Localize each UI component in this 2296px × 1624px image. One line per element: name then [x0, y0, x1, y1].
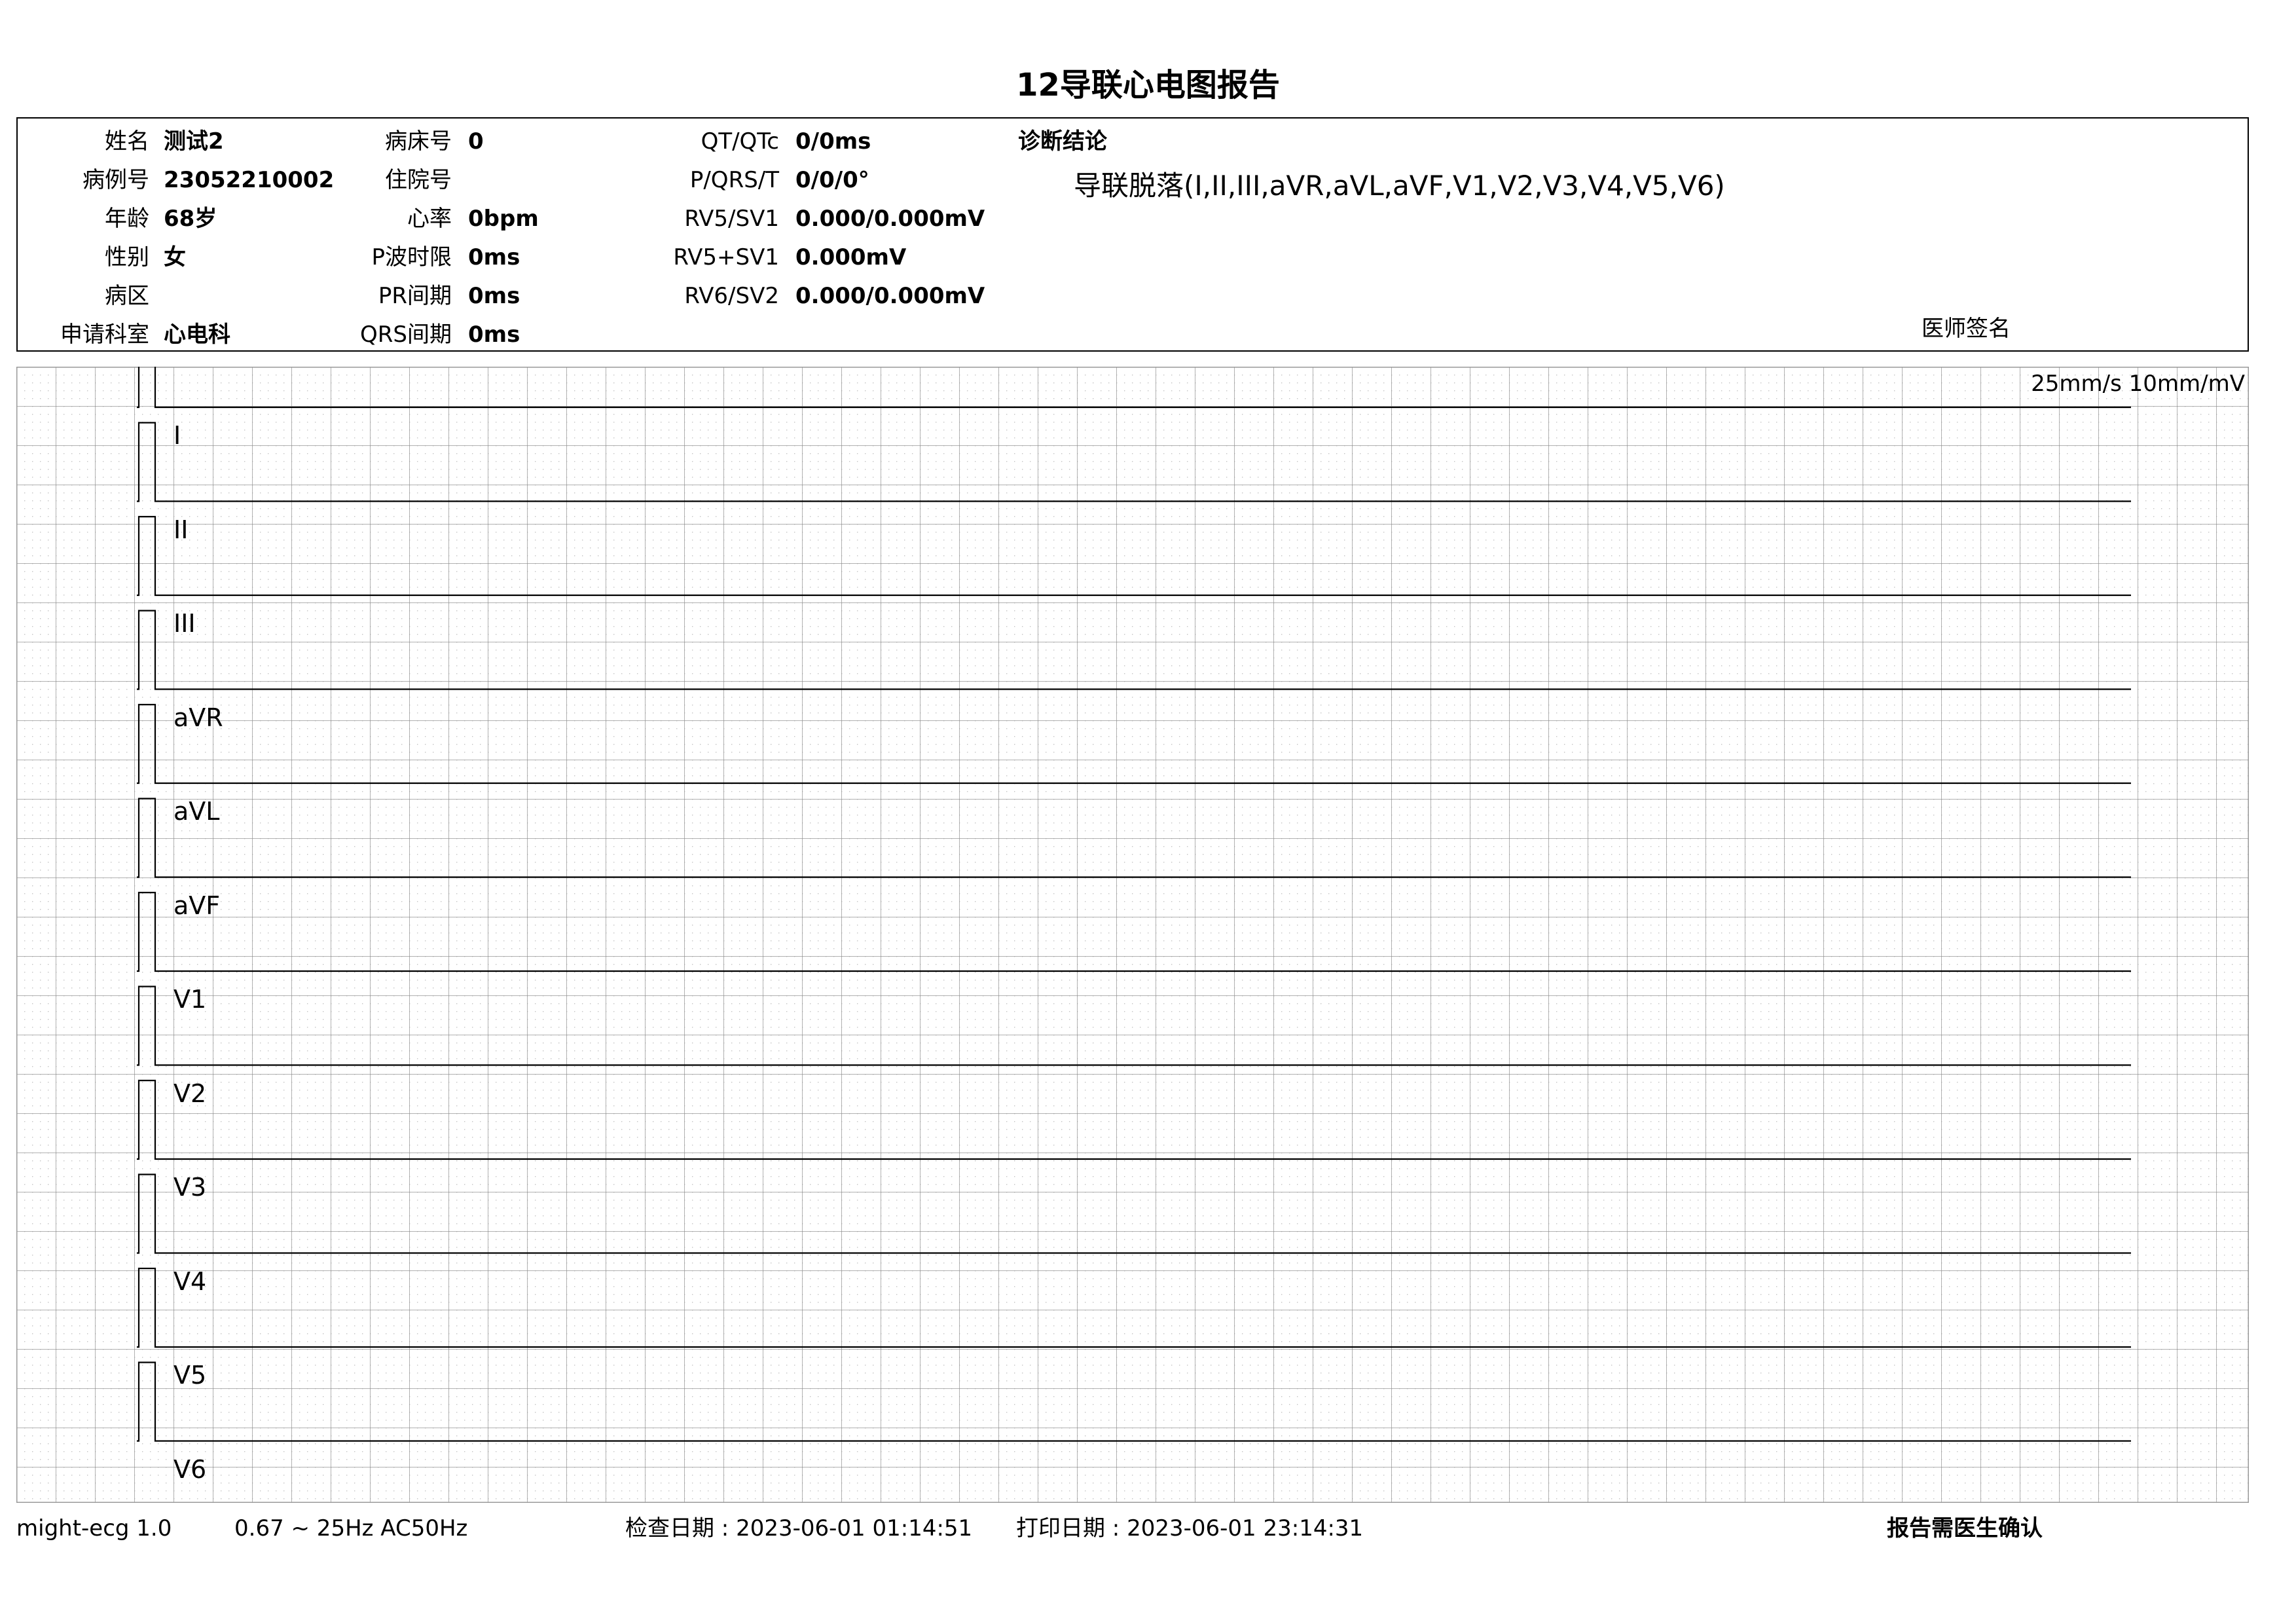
bed-label: 病床号	[385, 128, 452, 155]
filter-settings: 0.67 ~ 25Hz AC50Hz	[234, 1515, 468, 1541]
physician-signature-label: 医师签名	[1922, 316, 2011, 342]
ecg-grid-background	[16, 367, 2249, 1503]
pr-interval-label: PR间期	[378, 283, 452, 309]
rv6-sv2-label: RV6/SV2	[684, 283, 779, 309]
p-wave-value: 0ms	[468, 244, 520, 270]
inpatient-label: 住院号	[385, 167, 452, 193]
lead-label-iii: III	[173, 609, 196, 638]
diagnosis-title: 诊断结论	[1018, 128, 1107, 155]
name-label: 姓名	[105, 128, 149, 155]
lead-label-v3: V3	[173, 1173, 207, 1202]
qt-label: QT/QTc	[701, 128, 779, 155]
lead-label-v2: V2	[173, 1079, 207, 1108]
lead-label-v5: V5	[173, 1361, 207, 1390]
lead-label-v6: V6	[173, 1454, 207, 1484]
bed-value: 0	[468, 128, 484, 155]
sex-label: 性别	[105, 244, 149, 270]
doctor-confirm-note: 报告需医生确认	[1887, 1515, 2043, 1541]
lead-label-avr: aVR	[173, 703, 223, 732]
pr-interval-value: 0ms	[468, 283, 520, 309]
software-version: might-ecg 1.0	[16, 1515, 172, 1541]
rv5-plus-sv1-value: 0.000mV	[795, 244, 907, 270]
heart-rate-label: 心率	[407, 206, 452, 232]
heart-rate-value: 0bpm	[468, 206, 539, 232]
qt-value: 0/0ms	[795, 128, 871, 155]
age-value: 68岁	[164, 206, 217, 232]
lead-label-avl: aVL	[173, 797, 220, 826]
axis-value: 0/0/0°	[795, 167, 869, 193]
lead-label-v4: V4	[173, 1266, 207, 1296]
department-value: 心电科	[164, 322, 230, 348]
speed-gain-info: 25mm/s 10mm/mV	[2031, 371, 2245, 397]
qrs-interval-label: QRS间期	[360, 322, 452, 348]
p-wave-label: P波时限	[371, 244, 452, 270]
diagnosis-text: 导联脱落(I,II,III,aVR,aVL,aVF,V1,V2,V3,V4,V5…	[1074, 170, 1725, 202]
lead-label-avf: aVF	[173, 891, 221, 920]
case-no-label: 病例号	[82, 167, 149, 193]
rv6-sv2-value: 0.000/0.000mV	[795, 283, 985, 309]
rv5-sv1-label: RV5/SV1	[684, 206, 779, 232]
exam-date: 检查日期 : 2023-06-01 01:14:51	[625, 1515, 973, 1541]
name-value: 测试2	[164, 128, 224, 155]
ecg-grid	[16, 367, 2249, 1503]
rv5-sv1-value: 0.000/0.000mV	[795, 206, 985, 232]
lead-label-v1: V1	[173, 985, 207, 1014]
ward-label: 病区	[105, 283, 149, 309]
rv5-plus-sv1-label: RV5+SV1	[673, 244, 779, 270]
department-label: 申请科室	[60, 322, 149, 348]
axis-label: P/QRS/T	[689, 167, 779, 193]
lead-label-ii: II	[173, 515, 189, 544]
report-title: 12导联心电图报告	[1016, 67, 1280, 103]
lead-label-i: I	[173, 421, 181, 450]
sex-value: 女	[164, 244, 186, 270]
age-label: 年龄	[105, 206, 149, 232]
print-date: 打印日期 : 2023-06-01 23:14:31	[1016, 1515, 1364, 1541]
qrs-interval-value: 0ms	[468, 322, 520, 348]
